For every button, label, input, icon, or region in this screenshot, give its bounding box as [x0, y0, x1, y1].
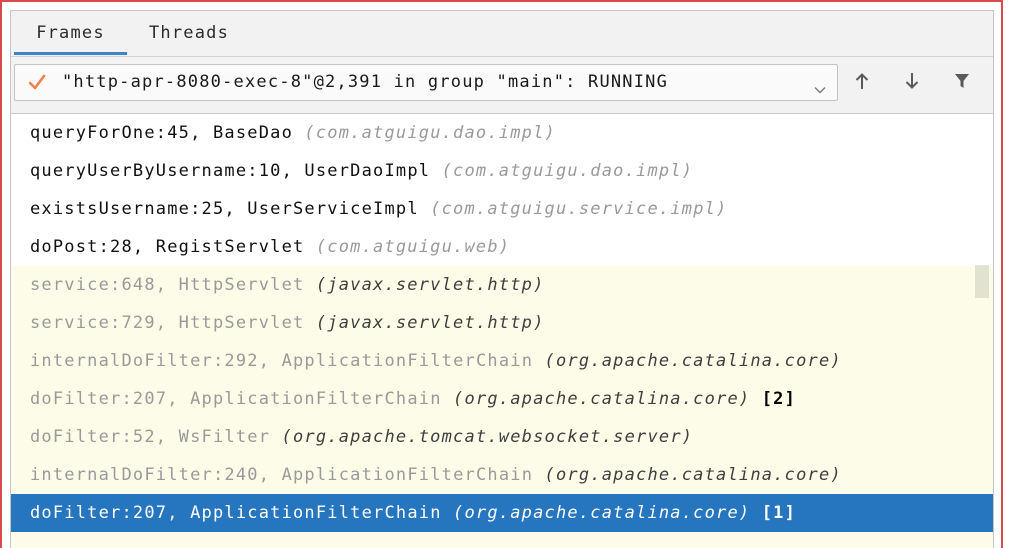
frame-location: existsUsername:25, UserServiceImpl	[30, 199, 419, 219]
frame-marker: [1]	[761, 503, 797, 523]
frame-package: (com.atguigu.service.impl)	[430, 199, 728, 219]
filter-icon	[954, 73, 970, 93]
frame-package: (org.apache.catalina.core)	[453, 503, 751, 523]
tab-frames[interactable]: Frames	[14, 11, 127, 56]
move-down-button[interactable]	[900, 71, 924, 95]
check-icon	[28, 74, 46, 90]
frame-marker: [2]	[761, 389, 797, 409]
vertical-scrollbar-thumb[interactable]	[975, 265, 989, 298]
frame-row[interactable]: internalDoFilter:240, ApplicationFilterC…	[11, 456, 993, 494]
frame-package: (org.apache.catalina.core)	[544, 351, 842, 371]
tab-threads-label: Threads	[148, 23, 230, 43]
frame-row[interactable]: service:648, HttpServlet (javax.servlet.h…	[11, 266, 993, 304]
frame-row[interactable]: doPost:28, RegistServlet (com.atguigu.web…	[11, 228, 993, 266]
frame-location: internalDoFilter:240, ApplicationFilterC…	[30, 465, 534, 485]
frame-location: service:729, HttpServlet	[30, 313, 305, 333]
frame-package: (org.apache.tomcat.websocket.server)	[281, 427, 694, 447]
frame-row[interactable]: queryForOne:45, BaseDao (com.atguigu.dao.…	[11, 114, 993, 152]
frame-package: (com.atguigu.dao.impl)	[441, 161, 694, 181]
frame-row[interactable]: internalDoFilter:292, ApplicationFilterC…	[11, 342, 993, 380]
tab-bar: Frames Threads	[11, 11, 993, 57]
chevron-down-icon[interactable]	[814, 79, 826, 94]
frame-row[interactable]: queryUserByUsername:10, UserDaoImpl (com.…	[11, 152, 993, 190]
move-up-button[interactable]	[850, 71, 874, 95]
thread-selector-value: "http-apr-8080-exec-8"@2,391 in group "m…	[62, 72, 669, 92]
frame-package: (com.atguigu.dao.impl)	[304, 123, 556, 143]
arrow-up-icon	[855, 72, 869, 94]
thread-selector-dropdown[interactable]: "http-apr-8080-exec-8"@2,391 in group "m…	[14, 64, 838, 101]
frame-location: queryUserByUsername:10, UserDaoImpl	[30, 161, 431, 181]
frame-location: internalDoFilter:292, ApplicationFilterC…	[30, 351, 534, 371]
frame-package: (javax.servlet.http)	[315, 313, 545, 333]
frame-row-selected[interactable]: doFilter:207, ApplicationFilterChain (org…	[11, 494, 993, 532]
frame-location: doFilter:52, WsFilter	[30, 427, 271, 447]
frame-location: doFilter:207, ApplicationFilterChain	[30, 389, 442, 409]
frame-row[interactable]: doFilter:207, ApplicationFilterChain (org…	[11, 380, 993, 418]
thread-selector-row: "http-apr-8080-exec-8"@2,391 in group "m…	[11, 57, 993, 114]
tab-frames-label: Frames	[36, 23, 105, 43]
frame-row[interactable]: service:729, HttpServlet (javax.servlet.h…	[11, 304, 993, 342]
frame-location: doFilter:207, ApplicationFilterChain	[30, 503, 442, 523]
frame-row[interactable]: existsUsername:25, UserServiceImpl (com.a…	[11, 190, 993, 228]
active-tab-indicator	[14, 52, 127, 55]
frame-location: doPost:28, RegistServlet	[30, 237, 305, 257]
frame-package: (javax.servlet.http)	[315, 275, 545, 295]
frames-list[interactable]: queryForOne:45, BaseDao (com.atguigu.dao.…	[11, 114, 993, 548]
filter-button[interactable]	[950, 71, 974, 95]
frame-location: service:648, HttpServlet	[30, 275, 305, 295]
frame-package: (org.apache.catalina.core)	[544, 465, 842, 485]
arrow-down-icon	[905, 72, 919, 94]
frame-package: (org.apache.catalina.core)	[453, 389, 751, 409]
tab-threads[interactable]: Threads	[133, 11, 245, 56]
frame-package: (com.atguigu.web)	[315, 237, 511, 257]
frame-row-partial	[11, 532, 993, 548]
debugger-frames-panel: Frames Threads "http-apr-8080-exec-8"@2,…	[10, 10, 994, 548]
frame-row[interactable]: doFilter:52, WsFilter (org.apache.tomcat.…	[11, 418, 993, 456]
frame-location: queryForOne:45, BaseDao	[30, 123, 294, 143]
